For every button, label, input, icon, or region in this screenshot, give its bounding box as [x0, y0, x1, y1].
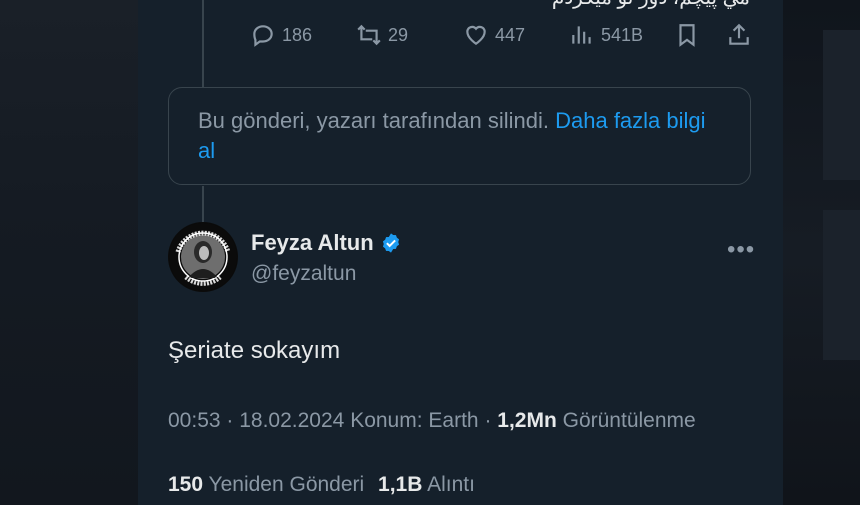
views-count: 541B	[601, 24, 644, 45]
views-button[interactable]: 541B	[569, 22, 643, 48]
verified-badge-icon	[382, 233, 399, 253]
tweet-meta: 00:53 · 18.02.2024 Konum: Earth · 1,2Mn …	[168, 409, 696, 432]
tweet-location: Konum: Earth	[350, 409, 479, 432]
tweet-text: Şeriate sokayım	[168, 337, 341, 364]
tweet-stats: 150 Yeniden Gönderi 1,1B Alıntı	[168, 473, 475, 497]
share-button[interactable]	[726, 22, 752, 48]
author-handle[interactable]: @feyzaltun	[251, 262, 356, 286]
repost-icon	[357, 24, 381, 46]
more-options-icon[interactable]: •••	[727, 236, 755, 264]
quotes-stat[interactable]: 1,1B Alıntı	[378, 473, 475, 496]
author-name: Feyza Altun	[251, 230, 374, 255]
deleted-tweet-notice: Bu gönderi, yazarı tarafından silindi. D…	[168, 87, 751, 185]
background-right	[783, 0, 860, 505]
thread-line-top	[202, 0, 204, 87]
action-bar: 186 29 447 541B	[250, 22, 770, 50]
reposts-stat-count: 150	[168, 473, 204, 496]
like-count: 447	[495, 24, 526, 45]
like-button[interactable]: 447	[463, 22, 525, 48]
thread-line-bottom	[202, 186, 204, 222]
deleted-notice-text: Bu gönderi, yazarı tarafından silindi.	[198, 108, 549, 133]
previous-tweet-text: مي پيچم، دور تو ميگردم	[552, 0, 750, 10]
share-icon	[729, 23, 749, 45]
bookmark-button[interactable]	[674, 22, 700, 48]
heart-icon	[466, 25, 486, 45]
views-icon	[572, 26, 591, 44]
avatar-image	[169, 223, 237, 291]
bookmark-icon	[679, 24, 695, 47]
avatar[interactable]	[168, 222, 238, 292]
repost-button[interactable]: 29	[356, 22, 408, 48]
tweet-views-label: Görüntülenme	[562, 409, 696, 432]
background-left	[0, 0, 138, 505]
repost-count: 29	[388, 24, 409, 45]
reposts-stat-label: Yeniden Gönderi	[208, 473, 365, 496]
quotes-stat-count: 1,1B	[378, 473, 423, 496]
quotes-stat-label: Alıntı	[427, 473, 475, 496]
tweet-views-count: 1,2Mn	[497, 409, 557, 432]
reply-button[interactable]: 186	[250, 22, 312, 48]
reply-icon	[253, 25, 273, 47]
author-name-row[interactable]: Feyza Altun	[251, 230, 402, 256]
tweet-date[interactable]: 18.02.2024	[239, 409, 344, 432]
reply-count: 186	[282, 24, 313, 45]
tweet-time[interactable]: 00:53	[168, 409, 221, 432]
reposts-stat[interactable]: 150 Yeniden Gönderi	[168, 473, 370, 496]
